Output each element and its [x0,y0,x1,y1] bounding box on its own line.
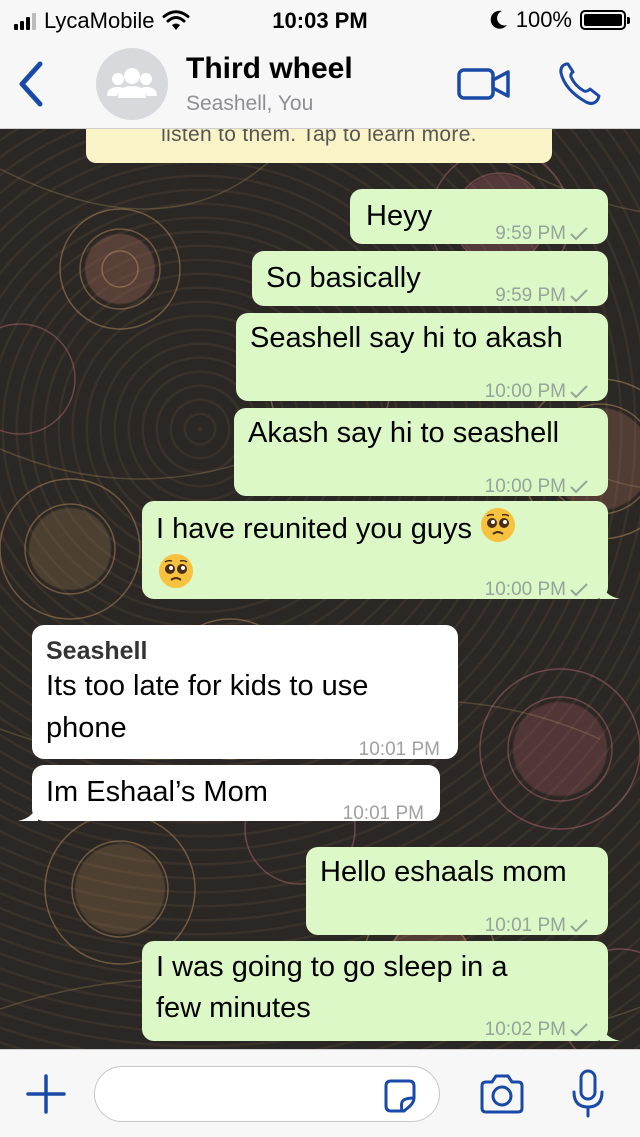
read-check-icon [570,1022,588,1036]
incoming-message[interactable]: Im Eshaal’s Mom 10:01 PM [18,765,440,824]
bubble-tail [18,801,38,821]
message-meta: 10:00 PM [485,569,588,610]
message-text: Its too late for kids to use [46,670,369,702]
status-bar: LycaMobile 10:03 PM 100% [0,0,640,40]
outgoing-message[interactable]: I was going to go sleep in a few minutes… [142,941,620,1041]
message-meta: 10:01 PM [485,905,588,946]
chat-title[interactable]: Third wheel [186,52,353,86]
message-time: 10:00 PM [484,579,566,600]
outgoing-message[interactable]: So basically 9:59 PM [252,251,608,306]
chat-header: Third wheel Seashell, You [0,40,640,129]
message-meta: 10:00 PM [485,371,588,412]
notice-text: listen to them. Tap to learn more. [161,129,477,146]
chat-area[interactable]: listen to them. Tap to learn more. Heyy … [0,129,640,1049]
sticker-icon[interactable] [380,1076,420,1116]
status-right: 100% [490,7,630,33]
read-check-icon [570,479,588,493]
message-time: 10:01 PM [342,803,424,824]
message-time: 10:01 PM [358,739,440,760]
video-call-icon[interactable] [456,64,512,104]
plus-icon[interactable] [24,1072,68,1116]
bubble-tail [600,579,620,599]
microphone-icon[interactable] [570,1068,606,1120]
outgoing-message[interactable]: Hello eshaals mom 10:01 PM [306,847,608,936]
message-time: 10:01 PM [484,915,566,936]
read-check-icon [570,582,588,596]
message-time: 10:02 PM [484,1019,566,1040]
message-time: 10:00 PM [484,381,566,402]
battery-icon [580,10,630,30]
message-time: 9:59 PM [495,285,566,306]
pleading-face-emoji [159,554,193,588]
message-text: I was going to go sleep in a [156,951,508,983]
message-meta: 10:01 PM [343,793,424,834]
message-text: Heyy [366,200,433,232]
message-text: I have reunited you guys [156,513,472,545]
outgoing-message[interactable]: Heyy 9:59 PM [350,189,608,244]
battery-percent: 100% [515,7,572,32]
message-text: Seashell say hi to akash [250,322,563,354]
outgoing-message[interactable]: Akash say hi to seashell 10:00 PM [234,408,608,497]
message-text: phone [46,712,127,744]
battery-fill [584,14,622,26]
camera-icon[interactable] [478,1072,526,1116]
message-meta: 10:01 PM [359,729,440,770]
input-bar [0,1049,640,1137]
group-avatar-icon [107,68,157,98]
message-time: 9:59 PM [495,223,566,244]
message-text: Akash say hi to seashell [248,417,560,449]
moon-icon [490,10,507,29]
message-text-line: I have reunited you guys [156,507,516,550]
incoming-message[interactable]: Seashell Its too late for kids to use ph… [32,625,458,760]
message-text: Hello eshaals mom [320,856,567,888]
message-meta: 9:59 PM [495,275,588,316]
read-check-icon [570,226,588,240]
pleading-face-emoji [481,508,516,542]
read-check-icon [570,288,588,302]
group-avatar[interactable] [96,48,168,120]
encryption-notice[interactable]: listen to them. Tap to learn more. [86,129,552,163]
phone-icon[interactable] [556,60,604,108]
read-check-icon [570,384,588,398]
message-text: So basically [266,262,421,294]
chat-participants[interactable]: Seashell, You [186,92,313,116]
outgoing-message[interactable]: Seashell say hi to akash 10:00 PM [236,313,608,402]
bubble-tail [600,1021,620,1041]
message-meta: 9:59 PM [495,213,588,254]
back-chevron-icon[interactable] [12,58,52,110]
message-text: few minutes [156,992,311,1024]
message-text: Im Eshaal’s Mom [46,776,268,808]
outgoing-message[interactable]: I have reunited you guys 10:00 PM [142,501,620,600]
read-check-icon [570,918,588,932]
message-meta: 10:02 PM [485,1009,588,1049]
